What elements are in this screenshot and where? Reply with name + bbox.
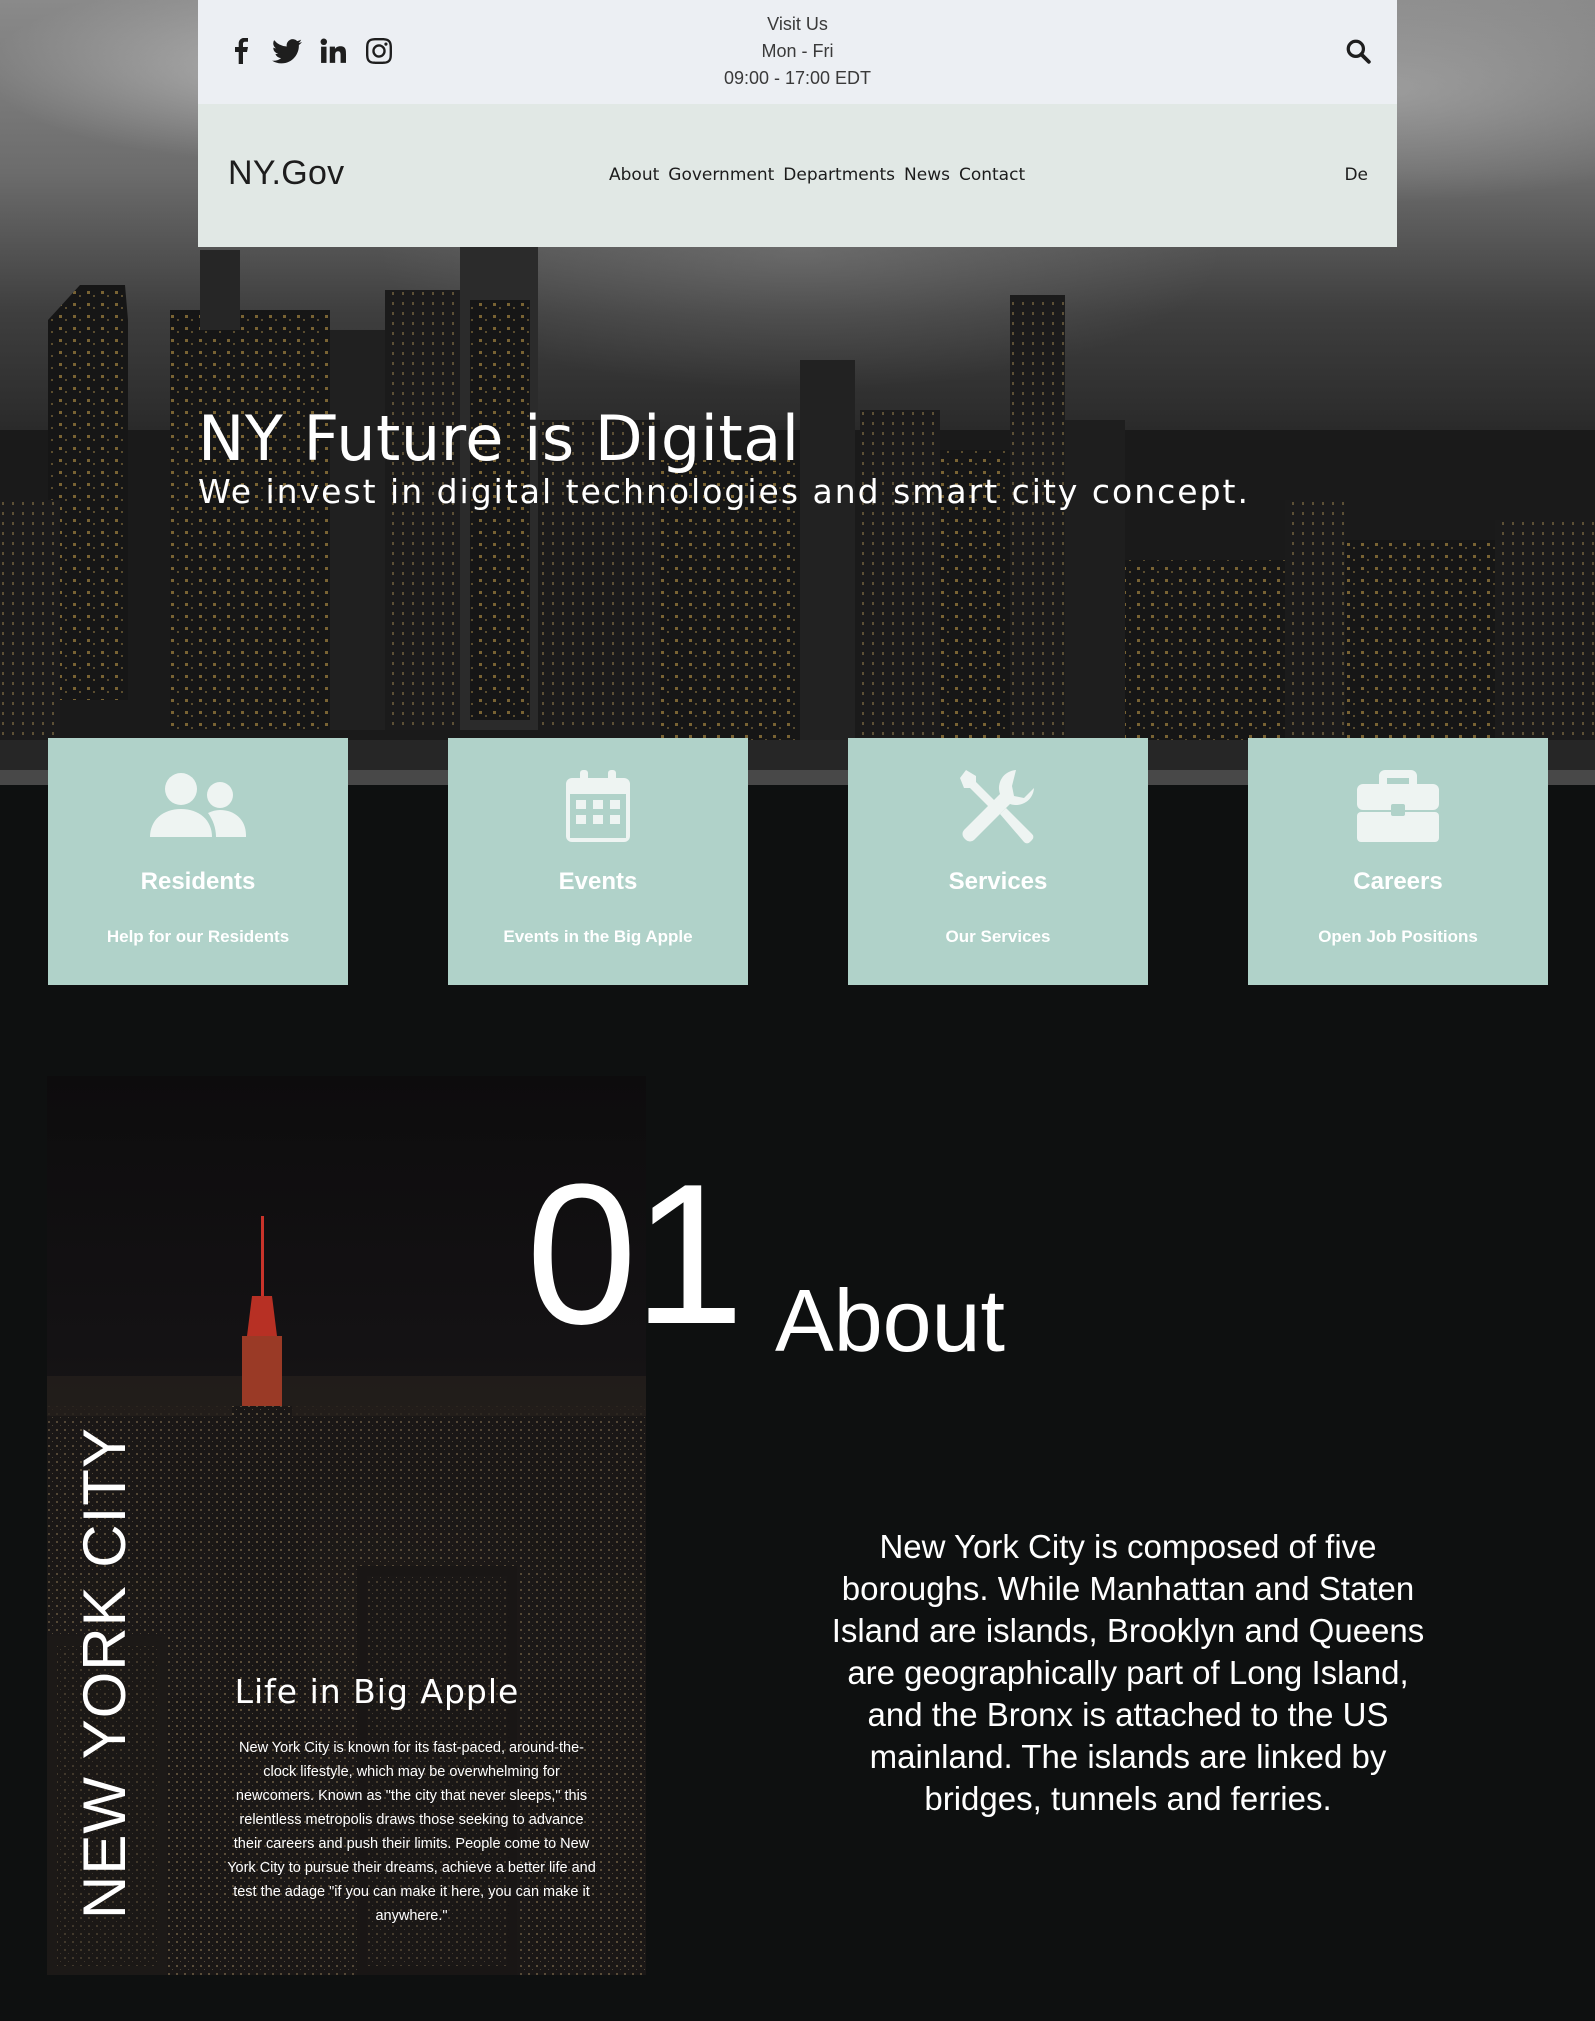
calendar-icon: [448, 766, 748, 846]
card-events[interactable]: Events Events in the Big Apple: [448, 738, 748, 985]
nav-link-news[interactable]: News: [904, 165, 950, 185]
nav-link-departments[interactable]: Departments: [783, 165, 895, 185]
card-description: Help for our Residents: [106, 927, 290, 946]
main-navbar: NY.Gov About Government Departments News…: [198, 104, 1397, 247]
top-info-bar: Visit Us Mon - Fri 09:00 - 17:00 EDT: [198, 0, 1397, 104]
visit-time: 09:00 - 17:00 EDT: [723, 68, 872, 88]
card-title: Events: [558, 868, 638, 895]
nav-links: About Government Departments News Contac…: [609, 165, 1025, 185]
about-paragraph: New York City is composed of five boroug…: [831, 1528, 1425, 1817]
card-title: Careers: [1353, 868, 1443, 895]
card-description: Our Services: [945, 927, 1051, 946]
site-logo[interactable]: NY.Gov: [228, 154, 344, 193]
panel-text: New York City is known for its fast-pace…: [227, 1740, 596, 1924]
hero-subtitle: We invest in digital technologies and sm…: [198, 472, 1250, 511]
card-residents[interactable]: Residents Help for our Residents: [48, 738, 348, 985]
vertical-city-label: NEW YORK CITY: [71, 1427, 138, 1919]
users-icon: [48, 766, 348, 846]
hero-title: NY Future is Digital: [198, 402, 800, 475]
tools-icon: [848, 766, 1148, 846]
briefcase-icon: [1248, 766, 1548, 846]
about-heading: About: [775, 1271, 1005, 1370]
card-title: Residents: [140, 868, 256, 895]
section-number: 01: [526, 1143, 744, 1366]
search-icon[interactable]: [1343, 36, 1373, 66]
visit-title: Visit Us: [767, 14, 828, 34]
nav-link-about[interactable]: About: [609, 165, 659, 185]
panel-title: Life in Big Apple: [234, 1672, 520, 1711]
nav-link-contact[interactable]: Contact: [959, 165, 1025, 185]
card-careers[interactable]: Careers Open Job Positions: [1248, 738, 1548, 985]
visit-days: Mon - Fri: [761, 41, 834, 61]
nav-link-government[interactable]: Government: [668, 165, 774, 185]
card-services[interactable]: Services Our Services: [848, 738, 1148, 985]
card-description: Open Job Positions: [1318, 927, 1478, 946]
visit-hours: Visit Us Mon - Fri 09:00 - 17:00 EDT: [198, 11, 1397, 92]
language-switch[interactable]: De: [1344, 165, 1368, 185]
hero-banner: Visit Us Mon - Fri 09:00 - 17:00 EDT NY.…: [0, 0, 1595, 785]
card-title: Services: [948, 868, 1048, 895]
card-description: Events in the Big Apple: [503, 927, 693, 946]
